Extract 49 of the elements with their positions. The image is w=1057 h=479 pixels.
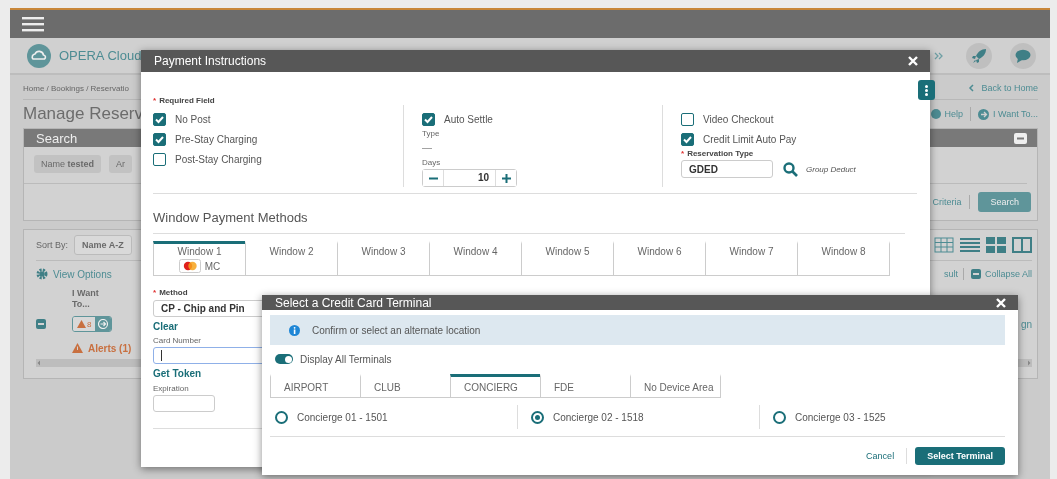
field-label: Type	[422, 129, 440, 138]
window-tab[interactable]: Window 1 MC	[153, 241, 246, 276]
breadcrumb: Home / Bookings / Reservatio	[23, 83, 129, 93]
filter-chip[interactable]: Name tested	[34, 155, 102, 173]
area-tab[interactable]: FDE	[540, 374, 631, 398]
field-label: Expiration	[153, 384, 189, 393]
area-tab[interactable]: No Device Area	[630, 374, 721, 398]
clear-link[interactable]: Clear	[153, 321, 178, 332]
alert-count: 8	[87, 319, 92, 329]
sort-label: Sort By:	[36, 240, 68, 250]
required-mark: *	[153, 96, 157, 105]
get-token-link[interactable]: Get Token	[153, 368, 202, 379]
filter-chip[interactable]: Ar	[109, 155, 133, 173]
terminal-option[interactable]: Concierge 01 - 1501	[297, 411, 388, 423]
field-label: Reservation Type	[687, 149, 754, 158]
checkbox-label: Post-Stay Charging	[175, 153, 262, 165]
required-mark: *	[681, 149, 685, 158]
terminal-option[interactable]: Concierge 03 - 1525	[795, 411, 886, 423]
checkbox-label: Auto Settle	[444, 113, 493, 125]
checkbox-label: Video Checkout	[703, 113, 774, 125]
info-message: Confirm or select an alternate location	[312, 324, 481, 336]
reservation-type-field[interactable]: GDED	[681, 160, 773, 178]
checkbox-label: No Post	[175, 113, 211, 125]
area-tab[interactable]: CONCIERG	[450, 374, 541, 398]
select-terminal-button[interactable]: Select Terminal	[915, 447, 1005, 465]
section-title: Window Payment Methods	[153, 210, 309, 225]
toggle-label: Display All Terminals	[300, 353, 392, 365]
field-label: Method	[159, 288, 188, 297]
required-note: Required Field	[159, 96, 215, 105]
field-label: Days	[422, 158, 441, 167]
sort-dropdown[interactable]: Name A-Z	[74, 235, 132, 255]
terminal-option[interactable]: Concierge 02 - 1518	[553, 411, 644, 423]
checkbox-label: Credit Limit Auto Pay	[703, 133, 797, 145]
area-tab[interactable]: AIRPORT	[270, 374, 361, 398]
product-name: OPERA Cloud	[59, 48, 142, 63]
field-description: Group Deduct	[806, 164, 856, 174]
window-tab[interactable]: Window 8	[797, 241, 890, 276]
dialog-title: Payment Instructions	[154, 54, 267, 68]
page-title: Manage Reserv	[23, 104, 143, 124]
panel-title: Search	[36, 130, 78, 146]
days-stepper[interactable]: 10	[422, 169, 517, 187]
checkbox-label: Pre-Stay Charging	[175, 133, 258, 145]
required-mark: *	[153, 288, 157, 297]
field-value: —	[422, 142, 433, 153]
column-header: I Want To...	[72, 288, 100, 310]
cancel-link[interactable]: Cancel	[866, 451, 895, 461]
card-type: MC	[204, 260, 221, 272]
field-label: Card Number	[153, 336, 201, 345]
window-tab[interactable]: Window 2	[245, 241, 338, 276]
